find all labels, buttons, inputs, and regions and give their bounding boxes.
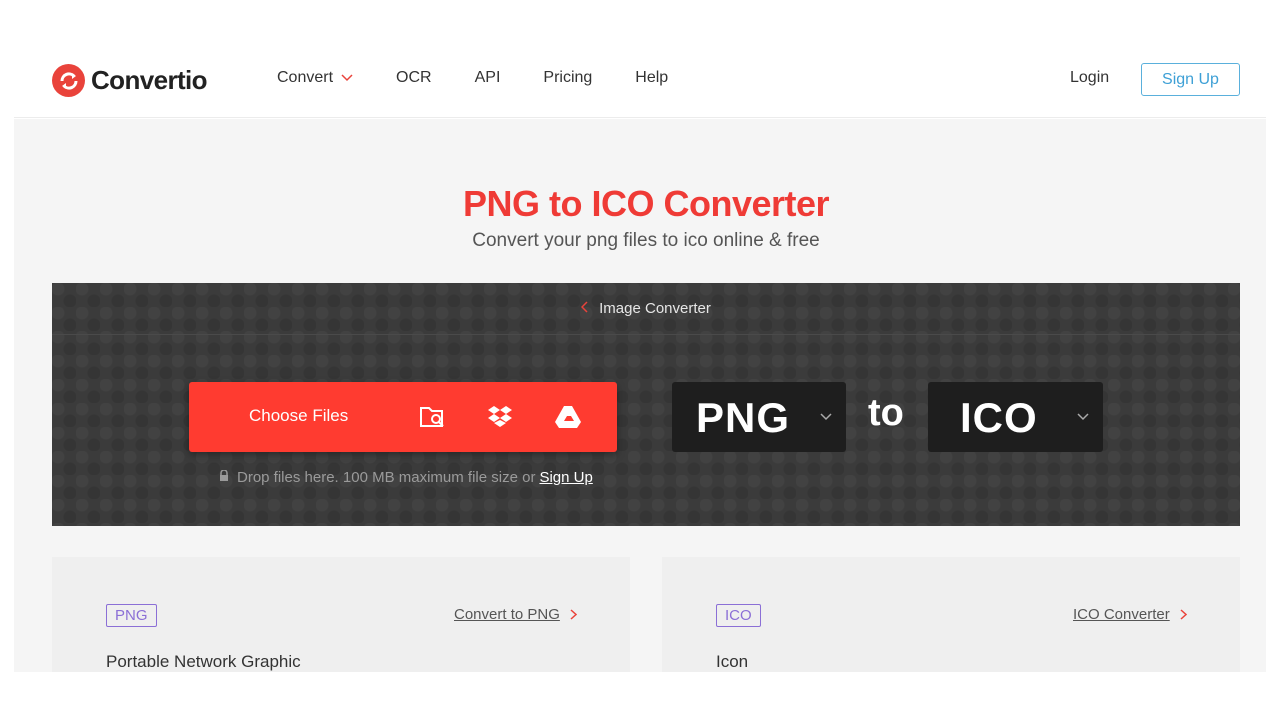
target-format-select[interactable]: ICO bbox=[928, 382, 1103, 452]
main-nav: Convert OCR API Pricing Help bbox=[277, 69, 711, 87]
drop-hint: Drop files here. 100 MB maximum file siz… bbox=[219, 469, 593, 486]
logo-text: Convertio bbox=[91, 65, 208, 95]
nav-convert[interactable]: Convert bbox=[277, 69, 353, 87]
login-link[interactable]: Login bbox=[1070, 69, 1109, 87]
page-subtitle: Convert your png files to ico online & f… bbox=[472, 230, 820, 251]
source-format-label: PNG bbox=[696, 394, 791, 441]
chevron-right-icon bbox=[1180, 607, 1187, 623]
convertio-logo-icon bbox=[52, 64, 85, 97]
nav-api[interactable]: API bbox=[475, 69, 501, 87]
nav-convert-label: Convert bbox=[277, 69, 334, 86]
choose-files-label: Choose Files bbox=[249, 406, 349, 425]
format-description: Portable Network Graphic bbox=[106, 652, 301, 671]
choose-files-button[interactable]: Choose Files bbox=[189, 382, 617, 452]
lock-icon bbox=[219, 469, 229, 486]
chevron-left-icon bbox=[581, 300, 589, 317]
chevron-down-icon bbox=[820, 410, 832, 424]
site-header: Convertio Convert OCR API Pricing Help L… bbox=[14, 40, 1266, 118]
folder-search-icon[interactable] bbox=[419, 404, 447, 430]
dropbox-icon[interactable] bbox=[486, 404, 514, 430]
hint-signup-link[interactable]: Sign Up bbox=[539, 469, 592, 486]
card-link-label: ICO Converter bbox=[1073, 606, 1170, 623]
breadcrumb-label: Image Converter bbox=[599, 300, 711, 317]
logo[interactable]: Convertio bbox=[52, 64, 208, 97]
signup-button[interactable]: Sign Up bbox=[1141, 63, 1240, 96]
breadcrumb[interactable]: Image Converter bbox=[52, 283, 1240, 335]
page-title: PNG to ICO Converter bbox=[462, 183, 830, 224]
chevron-right-icon bbox=[570, 607, 577, 623]
target-format-label: ICO bbox=[960, 394, 1038, 441]
ico-converter-link[interactable]: ICO Converter bbox=[1073, 606, 1187, 623]
format-tag: PNG bbox=[106, 604, 157, 627]
converter-panel: Image Converter Choose Files Drop files … bbox=[52, 283, 1240, 526]
card-link-label: Convert to PNG bbox=[454, 606, 560, 623]
chevron-down-icon bbox=[1077, 410, 1089, 424]
format-tag: ICO bbox=[716, 604, 761, 627]
convert-to-png-link[interactable]: Convert to PNG bbox=[454, 606, 577, 623]
to-label: to bbox=[868, 392, 904, 434]
format-card-png: PNG Convert to PNG Portable Network Grap… bbox=[52, 557, 630, 672]
source-format-select[interactable]: PNG bbox=[672, 382, 846, 452]
format-description: Icon bbox=[716, 652, 749, 671]
drop-hint-text: Drop files here. 100 MB maximum file siz… bbox=[237, 469, 536, 486]
nav-pricing[interactable]: Pricing bbox=[543, 69, 592, 87]
nav-help[interactable]: Help bbox=[635, 69, 668, 87]
google-drive-icon[interactable] bbox=[554, 404, 582, 430]
format-card-ico: ICO ICO Converter Icon bbox=[662, 557, 1240, 672]
nav-ocr[interactable]: OCR bbox=[396, 69, 432, 87]
chevron-down-icon bbox=[341, 71, 353, 85]
